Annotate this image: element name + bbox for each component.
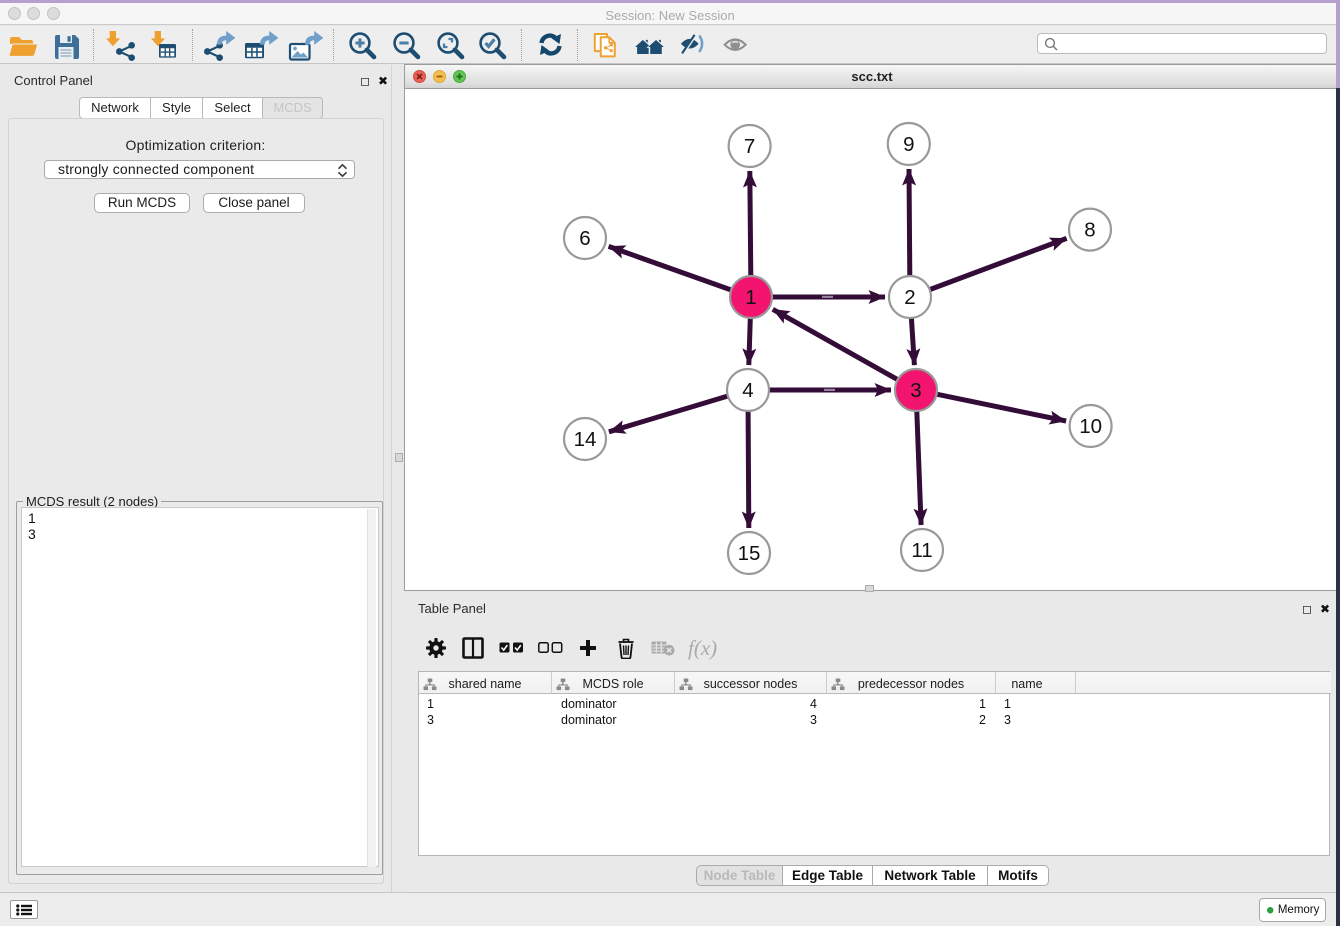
svg-text:6: 6 bbox=[579, 227, 590, 250]
svg-text:3: 3 bbox=[910, 379, 921, 402]
svg-text:8: 8 bbox=[1084, 219, 1095, 242]
svg-text:4: 4 bbox=[742, 379, 753, 402]
svg-text:11: 11 bbox=[911, 539, 932, 562]
svg-text:15: 15 bbox=[738, 542, 761, 565]
svg-text:14: 14 bbox=[574, 428, 597, 451]
svg-text:7: 7 bbox=[744, 135, 755, 158]
svg-text:1: 1 bbox=[745, 286, 756, 309]
svg-text:10: 10 bbox=[1079, 415, 1102, 438]
svg-text:2: 2 bbox=[904, 286, 915, 309]
svg-text:9: 9 bbox=[903, 133, 914, 156]
